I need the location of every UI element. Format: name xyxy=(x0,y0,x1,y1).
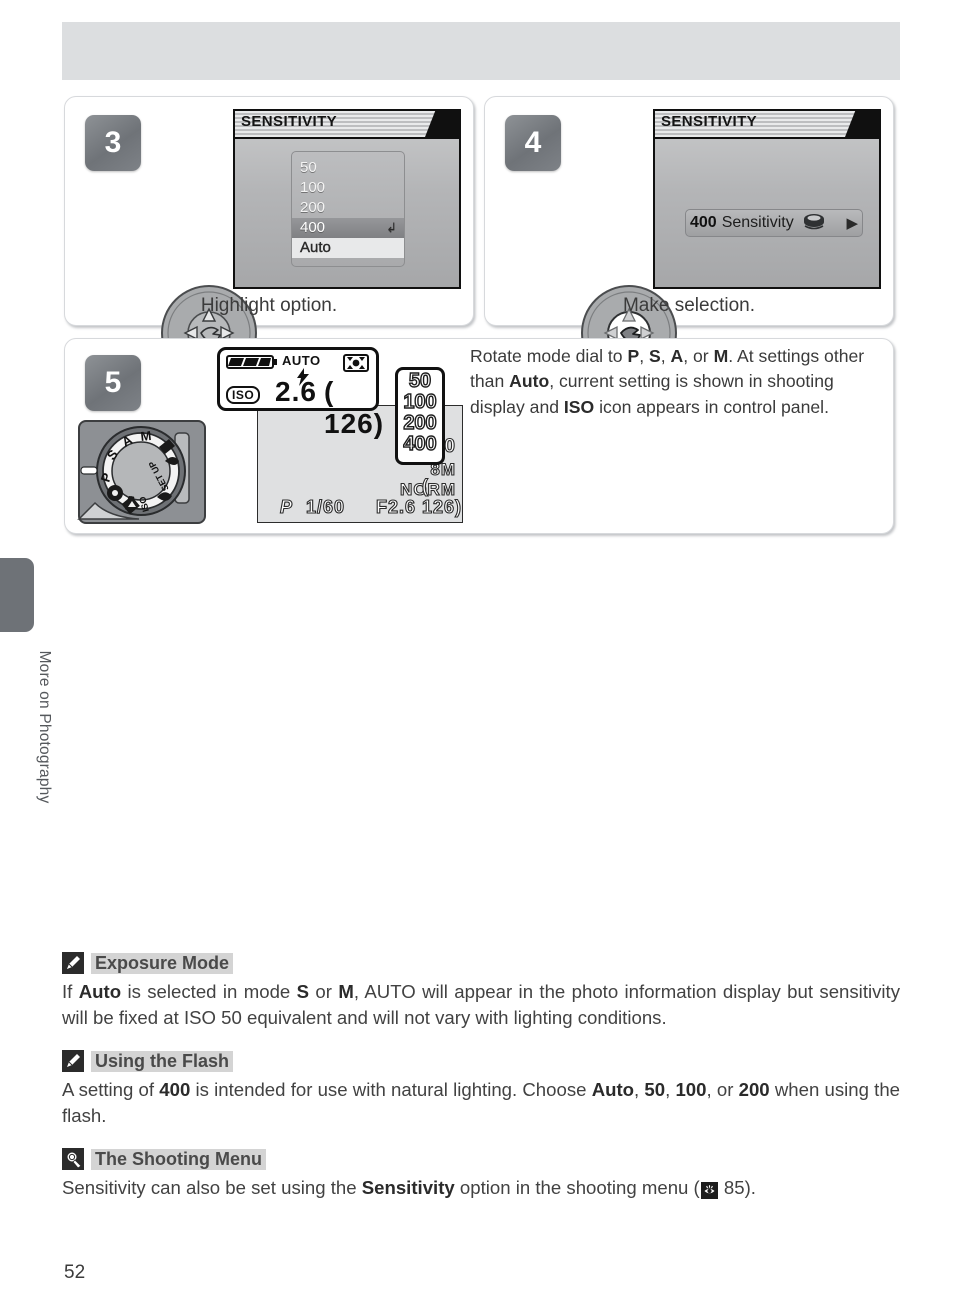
enter-icon: ↲ xyxy=(386,220,397,235)
screen-title-bar: SENSITIVITY xyxy=(655,111,879,139)
step-3-camera-screen: SENSITIVITY 50 100 200 400 ↲ Auto xyxy=(233,109,461,289)
note-title: The Shooting Menu xyxy=(91,1148,266,1170)
shooting-display-shutter: 1/60 xyxy=(305,496,346,517)
control-panel-lcd: AUTO ISO 2.6 ( 126) xyxy=(217,347,383,439)
screen-title: SENSITIVITY xyxy=(241,113,338,130)
right-arrow-icon: ▶ xyxy=(846,215,858,232)
list-item-highlighted[interactable]: 400 ↲ xyxy=(292,218,404,238)
step-5-badge: 5 xyxy=(85,355,141,411)
note-heading: Exposure Mode xyxy=(62,952,900,974)
control-panel-auto-label: AUTO xyxy=(282,353,321,368)
sensitivity-option-list: 50 100 200 400 ↲ Auto xyxy=(291,151,405,267)
iso-option: 200 xyxy=(403,412,438,434)
step-4-caption: Make selection. xyxy=(622,295,755,316)
step-4-camera-screen: SENSITIVITY 400 Sensitivity ▶ xyxy=(653,109,881,289)
iso-option: 50 xyxy=(408,370,432,392)
list-item[interactable]: 200 xyxy=(292,198,404,218)
page-header-bar xyxy=(62,22,900,80)
page-corner-icon xyxy=(845,111,879,137)
sensitivity-value: 400 xyxy=(690,214,717,231)
sensitivity-setting-bar[interactable]: 400 Sensitivity ▶ xyxy=(685,209,863,237)
control-panel-iso-badge: ISO xyxy=(226,386,261,404)
control-panel-frames: ( 126) xyxy=(324,376,385,439)
note-heading: Using the Flash xyxy=(62,1050,900,1072)
magnifier-icon xyxy=(62,1148,84,1170)
metering-icon xyxy=(343,354,369,372)
mode-dial-illustration[interactable]: P S A M SET UP WB ISO xyxy=(75,417,209,532)
step-4-panel: 4 SENSITIVITY 400 Sensitivity ▶ Make sel… xyxy=(484,96,894,381)
screen-body: 50 100 200 400 ↲ Auto xyxy=(235,139,459,287)
chapter-tab xyxy=(0,558,34,632)
mode-dial-icon: P S A M SET UP WB ISO xyxy=(77,420,206,524)
eye-reference-icon xyxy=(700,1182,718,1199)
control-panel-aperture: 2.6 xyxy=(275,376,317,407)
step-3-caption: Highlight option. xyxy=(200,295,338,316)
list-item-selected[interactable]: Auto xyxy=(292,238,404,258)
sensitivity-label: Sensitivity xyxy=(721,214,794,231)
list-item-label: 400 xyxy=(300,219,326,236)
iso-option: 100 xyxy=(403,391,438,413)
note-body-exposure-mode: If Auto is selected in mode S or M, AUTO… xyxy=(62,981,901,1028)
chapter-tab-label: More on Photography xyxy=(36,650,53,804)
list-item[interactable]: 50 xyxy=(292,158,404,178)
shooting-display-frames: ( 126) xyxy=(421,475,463,517)
battery-icon xyxy=(226,355,277,369)
note-body-using-the-flash: A setting of 400 is intended for use wit… xyxy=(62,1079,900,1126)
note-exposure-mode: Exposure Mode If Auto is selected in mod… xyxy=(62,952,900,1030)
shooting-display-mode: P xyxy=(279,496,294,517)
note-using-the-flash: Using the Flash A setting of 400 is inte… xyxy=(62,1050,900,1128)
shooting-display-aperture: F2.6 xyxy=(375,496,417,517)
note-title: Using the Flash xyxy=(91,1050,234,1072)
page-corner-icon xyxy=(425,111,459,137)
pencil-icon xyxy=(62,1050,84,1072)
step-3-badge: 3 xyxy=(85,115,141,171)
note-heading: The Shooting Menu xyxy=(62,1148,900,1170)
note-title: Exposure Mode xyxy=(91,952,234,974)
page-number: 52 xyxy=(64,1262,86,1283)
step-4-badge: 4 xyxy=(505,115,561,171)
iso-option: 400 xyxy=(403,433,438,455)
notes-section: Exposure Mode If Auto is selected in mod… xyxy=(62,952,900,1221)
note-body-the-shooting-menu: Sensitivity can also be set using the Se… xyxy=(62,1177,756,1199)
command-dial-icon xyxy=(801,212,827,235)
screen-title-bar: SENSITIVITY xyxy=(235,111,459,139)
step-5-instruction-text: Rotate mode dial to P, S, A, or M. At se… xyxy=(470,346,865,417)
pencil-icon xyxy=(62,952,84,974)
note-the-shooting-menu: The Shooting Menu Sensitivity can also b… xyxy=(62,1148,900,1201)
step-3-panel: 3 SENSITIVITY 50 100 200 400 ↲ Auto High… xyxy=(64,96,474,381)
screen-body: 400 Sensitivity ▶ xyxy=(655,139,879,287)
svg-text:M: M xyxy=(140,428,152,444)
list-item[interactable]: 100 xyxy=(292,178,404,198)
iso-list-callout: 50 100 200 400 xyxy=(395,367,445,465)
screen-title: SENSITIVITY xyxy=(661,113,758,130)
